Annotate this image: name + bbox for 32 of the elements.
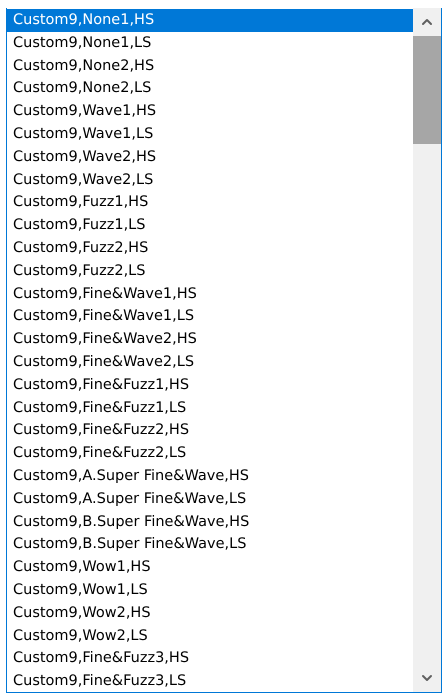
list-item[interactable]: Custom9,Fine&Wave2,LS <box>7 350 413 374</box>
list-item[interactable]: Custom9,Wow1,HS <box>7 556 413 579</box>
list-item[interactable]: Custom9,A.Super Fine&Wave,HS <box>7 464 413 488</box>
list-item[interactable]: Custom9,Fine&Wave1,HS <box>7 282 413 306</box>
list-item[interactable]: Custom9,Wave2,LS <box>7 168 413 192</box>
list-item[interactable]: Custom9,Fuzz1,HS <box>7 191 413 214</box>
list-item[interactable]: Custom9,Fuzz2,LS <box>7 260 413 283</box>
list-item[interactable]: Custom9,Wow2,HS <box>7 602 413 625</box>
list-item[interactable]: Custom9,Fuzz1,LS <box>7 214 413 237</box>
list-item[interactable]: Custom9,None2,LS <box>7 77 413 100</box>
list-item[interactable]: Custom9,Wow2,LS <box>7 624 413 648</box>
list-item[interactable]: Custom9,Fine&Fuzz1,LS <box>7 396 413 420</box>
list-item[interactable]: Custom9,A.Super Fine&Wave,LS <box>7 488 413 511</box>
list-item[interactable]: Custom9,None1,HS <box>7 9 413 32</box>
list-item[interactable]: Custom9,None2,HS <box>7 54 413 78</box>
list-item[interactable]: Custom9,Wow1,LS <box>7 578 413 602</box>
list-item[interactable]: Custom9,Fine&Fuzz3,LS <box>7 670 413 692</box>
list-item[interactable]: Custom9,Fuzz2,HS <box>7 236 413 260</box>
list-item[interactable]: Custom9,Fine&Wave2,HS <box>7 328 413 351</box>
list-item[interactable]: Custom9,Fine&Fuzz2,HS <box>7 419 413 442</box>
list-item[interactable]: Custom9,B.Super Fine&Wave,LS <box>7 533 413 556</box>
list-item[interactable]: Custom9,Wave1,HS <box>7 100 413 123</box>
list-item[interactable]: Custom9,Fine&Fuzz1,HS <box>7 374 413 397</box>
list-item[interactable]: Custom9,Wave2,HS <box>7 146 413 169</box>
scrollbar-thumb[interactable] <box>413 36 441 144</box>
list-item[interactable]: Custom9,B.Super Fine&Wave,HS <box>7 510 413 534</box>
list-item[interactable]: Custom9,Wave1,LS <box>7 122 413 146</box>
list-item[interactable]: Custom9,None1,LS <box>7 32 413 55</box>
scrollbar[interactable] <box>413 8 441 692</box>
list-item[interactable]: Custom9,Fine&Wave1,LS <box>7 305 413 328</box>
list-item[interactable]: Custom9,Fine&Fuzz3,HS <box>7 647 413 670</box>
list-item[interactable]: Custom9,Fine&Fuzz2,LS <box>7 442 413 465</box>
